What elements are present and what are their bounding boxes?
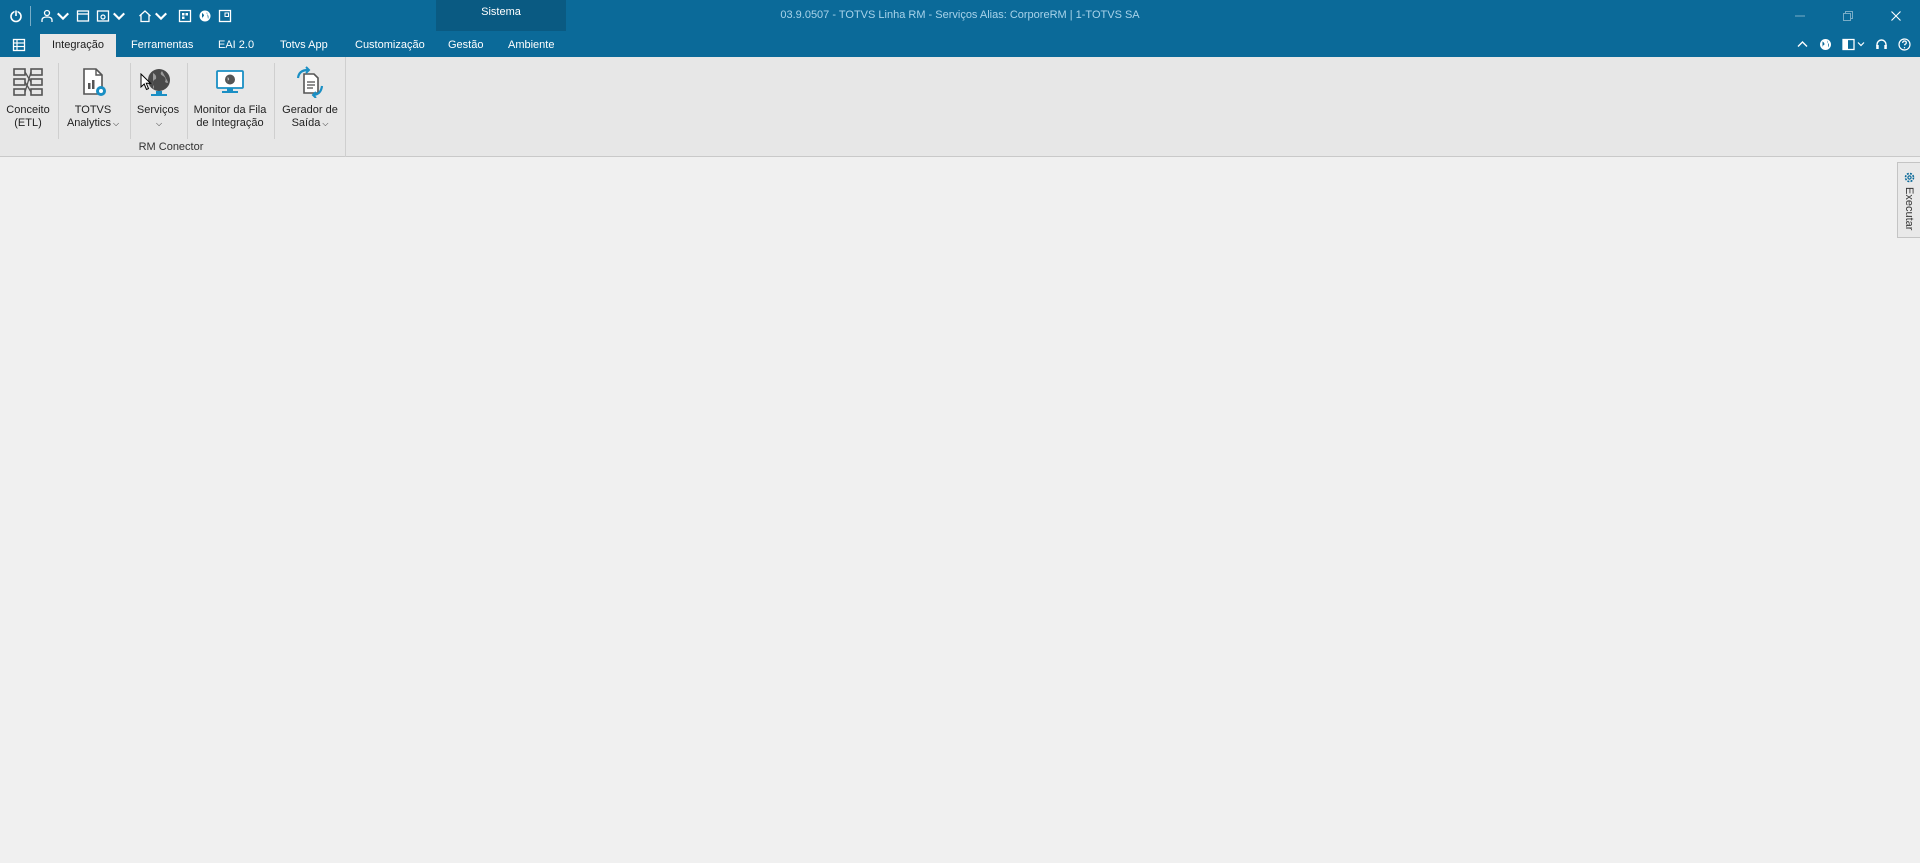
menu-list-icon: [12, 38, 26, 52]
collapse-ribbon-button[interactable]: [1793, 38, 1812, 51]
tab-eai[interactable]: EAI 2.0: [206, 34, 266, 57]
conceito-etl-button[interactable]: Conceito (ETL): [4, 65, 52, 139]
quick-access-toolbar: [6, 6, 235, 26]
tab-customizacao[interactable]: Customização: [343, 34, 437, 57]
qat-separator: [30, 6, 31, 26]
tab-ambiente[interactable]: Ambiente: [496, 34, 566, 57]
ribbon-group-rm-conector: Conceito (ETL) TOTVS Analytics ⌵ Serviço…: [0, 57, 346, 157]
eye-window-icon[interactable]: [93, 6, 129, 26]
window-icon[interactable]: [73, 6, 93, 26]
users-icon[interactable]: [37, 6, 73, 26]
headset-icon: [1876, 38, 1887, 49]
chevron-down-icon: ⌵: [322, 119, 329, 128]
analytics-icon: [76, 65, 110, 99]
panel-icon[interactable]: [215, 6, 235, 26]
minimize-icon: [1795, 15, 1805, 17]
tab-gestao[interactable]: Gestão: [436, 34, 495, 57]
restore-button[interactable]: [1825, 6, 1871, 26]
chevron-down-icon: [1857, 42, 1865, 47]
chevron-down-icon: ⌵: [155, 119, 163, 128]
home-icon[interactable]: [135, 6, 171, 26]
gerador-label-line1: Gerador de: [282, 104, 338, 116]
minimize-button[interactable]: [1777, 6, 1823, 26]
ribbon-separator: [58, 63, 59, 139]
ribbon-separator: [130, 63, 131, 139]
servicos-dropdown-wrap: ⌵: [154, 117, 162, 130]
executar-dock-panel[interactable]: Executar: [1897, 162, 1920, 238]
executar-label: Executar: [1903, 187, 1915, 231]
tab-totvs-app[interactable]: Totvs App: [268, 34, 340, 57]
conceito-label-line2: (ETL): [14, 117, 42, 129]
output-generator-icon: [293, 65, 327, 99]
support-button[interactable]: [1872, 38, 1891, 51]
gerador-label-line2-wrap: Saída ⌵: [292, 117, 329, 130]
window-title: 03.9.0507 - TOTVS Linha RM - Serviços Al…: [780, 9, 1140, 21]
ribbon-separator: [274, 63, 275, 139]
monitor-label-line1: Monitor da Fila: [193, 104, 267, 116]
conceito-label-line1: Conceito: [6, 104, 50, 116]
chevron-down-icon: [155, 12, 167, 21]
globe-button[interactable]: [1816, 38, 1835, 51]
ribbon-right-tools: [1793, 35, 1914, 53]
close-icon: [1891, 11, 1901, 21]
globe-icon[interactable]: [195, 6, 215, 26]
ribbon-group-caption: RM Conector: [138, 141, 204, 153]
etl-icon: [11, 65, 45, 99]
gerador-saida-button[interactable]: Gerador de Saída ⌵: [278, 65, 342, 139]
chevron-down-icon: ⌵: [112, 119, 120, 128]
grid-window-icon[interactable]: [175, 6, 195, 26]
gear-icon: [1904, 172, 1915, 183]
servicos-label: Serviços: [136, 104, 180, 116]
analytics-label-line1: TOTVS: [74, 104, 112, 116]
ribbon-tabs: Integração Ferramentas EAI 2.0 Totvs App…: [0, 31, 1920, 57]
ribbon-panel: Conceito (ETL) TOTVS Analytics ⌵ Serviço…: [0, 57, 1920, 157]
chevron-down-icon: [113, 12, 125, 21]
layout-icon: [1842, 38, 1855, 50]
totvs-analytics-button[interactable]: TOTVS Analytics ⌵: [62, 65, 124, 139]
chevron-down-icon: [57, 12, 69, 21]
context-group-caption: Sistema: [481, 6, 521, 18]
restore-icon: [1843, 11, 1853, 21]
monitor-fila-button[interactable]: Monitor da Fila de Integração: [192, 65, 268, 139]
help-icon: [1898, 37, 1911, 51]
analytics-label-line2: Analytics: [66, 117, 111, 129]
workspace-area: [0, 158, 1920, 863]
monitor-icon: [213, 65, 247, 99]
gerador-label-line2: Saída: [291, 117, 321, 129]
layout-button[interactable]: [1839, 38, 1868, 51]
mouse-cursor-icon: [140, 73, 152, 91]
globe-icon: [1820, 38, 1831, 50]
help-button[interactable]: [1895, 37, 1914, 51]
power-icon[interactable]: [6, 6, 26, 26]
tab-integracao[interactable]: Integração: [40, 34, 116, 57]
title-bar: 03.9.0507 - TOTVS Linha RM - Serviços Al…: [0, 0, 1920, 31]
monitor-label-line2: de Integração: [196, 117, 264, 129]
tab-ferramentas[interactable]: Ferramentas: [119, 34, 205, 57]
chevron-up-icon: [1797, 40, 1808, 47]
ribbon-separator: [187, 63, 188, 139]
app-menu-button[interactable]: [8, 36, 30, 54]
analytics-label-line2-wrap: Analytics ⌵: [67, 117, 119, 130]
close-button[interactable]: [1873, 6, 1919, 26]
